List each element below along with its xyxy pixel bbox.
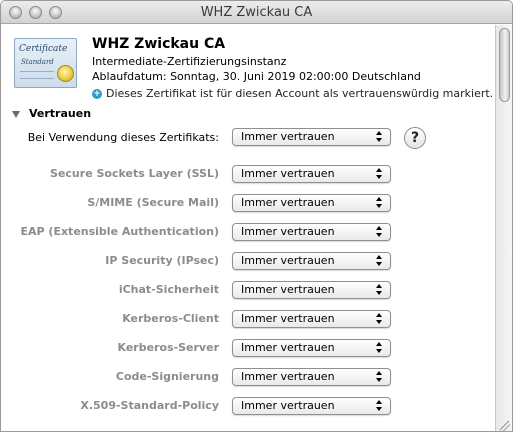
setting-value: Immer vertrauen [241,196,335,209]
popup-arrows-icon [376,131,384,143]
setting-label-eap: EAP (Extensible Authentication) [20,225,220,238]
resize-grip-icon[interactable] [500,421,510,431]
certificate-details: Certificate Standard WHZ Zwickau CA Inte… [1,25,495,431]
setting-popup-smime[interactable]: Immer vertrauen [232,194,391,212]
seal-icon [57,65,74,82]
setting-value: Immer vertrauen [241,399,335,412]
plus-circle-icon: + [92,89,102,99]
setting-label-ipsec: IP Security (IPsec) [105,254,219,267]
setting-popup-eap[interactable]: Immer vertrauen [232,223,391,241]
popup-arrows-icon [376,168,384,180]
popup-arrows-icon [376,400,384,412]
trust-status-note: Dieses Zertifikat ist für diesen Account… [106,87,494,100]
popup-arrows-icon [376,342,384,354]
help-button[interactable]: ? [404,127,426,149]
setting-popup-code-signing[interactable]: Immer vertrauen [232,368,391,386]
scrollbar-thumb[interactable] [499,28,510,102]
setting-label-kerberos-server: Kerberos-Server [117,341,219,354]
certificate-window: WHZ Zwickau CA Certificate Standard WHZ … [0,0,513,432]
setting-label-ichat: iChat-Sicherheit [118,283,219,296]
popup-arrows-icon [376,197,384,209]
certificate-type: Intermediate-Zertifizierungsinstanz [92,55,287,68]
setting-value: Immer vertrauen [241,283,335,296]
popup-arrows-icon [376,313,384,325]
certificate-icon: Certificate Standard [14,38,77,88]
certificate-expiry: Ablaufdatum: Sonntag, 30. Juni 2019 02:0… [92,70,421,83]
title-bar[interactable]: WHZ Zwickau CA [1,1,512,24]
vertical-scrollbar[interactable] [495,25,512,431]
popup-arrows-icon [376,255,384,267]
disclosure-triangle-icon[interactable] [12,111,20,118]
window-title: WHZ Zwickau CA [200,5,313,20]
setting-label-x509: X.509-Standard-Policy [80,399,219,412]
popup-arrows-icon [376,284,384,296]
main-trust-label: Bei Verwendung dieses Zertifikats: [27,131,219,144]
setting-popup-kerberos-client[interactable]: Immer vertrauen [232,310,391,328]
setting-popup-x509[interactable]: Immer vertrauen [232,397,391,415]
setting-value: Immer vertrauen [241,312,335,325]
setting-label-code-signing: Code-Signierung [115,370,219,383]
setting-value: Immer vertrauen [241,254,335,267]
certificate-name: WHZ Zwickau CA [92,36,226,52]
trust-section-label[interactable]: Vertrauen [29,107,91,120]
setting-value: Immer vertrauen [241,370,335,383]
popup-arrows-icon [376,226,384,238]
setting-value: Immer vertrauen [241,225,335,238]
main-trust-value: Immer vertrauen [241,130,335,143]
main-trust-popup[interactable]: Immer vertrauen [232,128,391,146]
setting-value: Immer vertrauen [241,341,335,354]
popup-arrows-icon [376,371,384,383]
setting-popup-ichat[interactable]: Immer vertrauen [232,281,391,299]
setting-popup-ipsec[interactable]: Immer vertrauen [232,252,391,270]
setting-value: Immer vertrauen [241,167,335,180]
setting-popup-kerberos-server[interactable]: Immer vertrauen [232,339,391,357]
setting-popup-ssl[interactable]: Immer vertrauen [232,165,391,183]
setting-label-ssl: Secure Sockets Layer (SSL) [50,167,219,180]
setting-label-smime: S/MIME (Secure Mail) [87,196,219,209]
setting-label-kerberos-client: Kerberos-Client [122,312,219,325]
